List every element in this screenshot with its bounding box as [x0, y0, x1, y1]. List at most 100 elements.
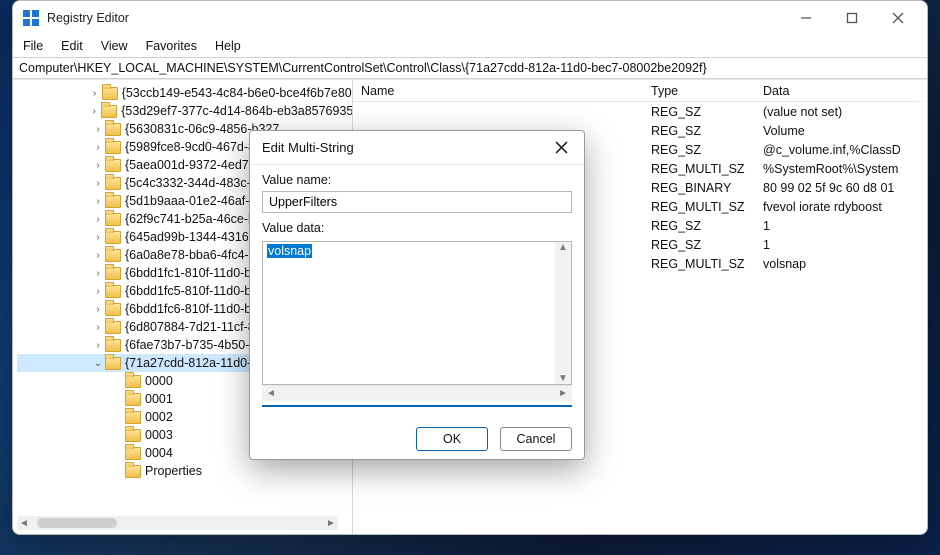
tree-item-label: 0000 — [145, 374, 173, 388]
dialog-body: Value name: Value data: volsnap ▲▼ ◄► — [250, 165, 584, 417]
tree-item-label: {53ccb149-e543-4c84-b6e0-bce4f6b7e806} — [122, 86, 352, 100]
tree-item-label: 0002 — [145, 410, 173, 424]
cell-data: volsnap — [755, 257, 927, 271]
chevron-right-icon[interactable]: › — [91, 122, 105, 136]
cell-type: REG_MULTI_SZ — [643, 200, 755, 214]
chevron-right-icon[interactable]: › — [91, 266, 105, 280]
tree-item-label: 0003 — [145, 428, 173, 442]
chevron-right-icon[interactable]: › — [91, 230, 105, 244]
folder-icon — [125, 393, 141, 406]
chevron-right-icon[interactable]: › — [91, 176, 105, 190]
minimize-button[interactable] — [783, 3, 829, 33]
folder-icon — [105, 231, 121, 244]
close-button[interactable] — [875, 3, 921, 33]
dialog-close-button[interactable] — [546, 133, 576, 163]
folder-icon — [105, 141, 121, 154]
column-header-type[interactable]: Type — [643, 84, 755, 98]
value-name-label: Value name: — [262, 173, 572, 187]
folder-icon — [125, 465, 141, 478]
app-icon — [23, 10, 39, 26]
value-data-label: Value data: — [262, 221, 572, 235]
folder-icon — [105, 249, 121, 262]
chevron-right-icon[interactable]: › — [91, 158, 105, 172]
cell-type: REG_SZ — [643, 143, 755, 157]
chevron-down-icon[interactable]: ⌄ — [91, 356, 105, 370]
dialog-buttons: OK Cancel — [250, 417, 584, 459]
folder-icon — [105, 285, 121, 298]
address-bar[interactable]: Computer\HKEY_LOCAL_MACHINE\SYSTEM\Curre… — [13, 57, 927, 79]
address-text: Computer\HKEY_LOCAL_MACHINE\SYSTEM\Curre… — [19, 61, 707, 75]
cell-type: REG_MULTI_SZ — [643, 162, 755, 176]
tree-spacer — [111, 464, 125, 478]
dialog-title: Edit Multi-String — [262, 140, 354, 155]
menu-edit[interactable]: Edit — [61, 39, 83, 53]
menu-help[interactable]: Help — [215, 39, 241, 53]
menu-favorites[interactable]: Favorites — [146, 39, 197, 53]
chevron-right-icon[interactable]: › — [88, 86, 102, 100]
cell-type: REG_SZ — [643, 238, 755, 252]
chevron-right-icon[interactable]: › — [91, 194, 105, 208]
tree-spacer — [111, 392, 125, 406]
chevron-right-icon[interactable]: › — [91, 140, 105, 154]
ok-button[interactable]: OK — [416, 427, 488, 451]
folder-icon — [105, 177, 121, 190]
cell-type: REG_SZ — [643, 105, 755, 119]
textarea-vertical-scrollbar[interactable]: ▲▼ — [555, 242, 571, 384]
tree-item[interactable]: Properties — [17, 462, 352, 480]
folder-icon — [105, 357, 121, 370]
cell-type: REG_MULTI_SZ — [643, 257, 755, 271]
tree-horizontal-scrollbar[interactable]: ◄ ► — [17, 516, 338, 530]
list-header: Name Type Data — [353, 80, 927, 102]
folder-icon — [125, 411, 141, 424]
cell-type: REG_SZ — [643, 124, 755, 138]
textarea-horizontal-scrollbar[interactable]: ◄► — [262, 385, 572, 401]
tree-item[interactable]: › {53d29ef7-377c-4d14-864b-eb3a85769359} — [17, 102, 352, 120]
cell-data: (value not set) — [755, 105, 927, 119]
column-header-name[interactable]: Name — [353, 84, 643, 98]
folder-icon — [105, 321, 121, 334]
dialog-separator — [262, 405, 572, 407]
tree-spacer — [111, 410, 125, 424]
cell-data: Volume — [755, 124, 927, 138]
cell-type: REG_BINARY — [643, 181, 755, 195]
folder-icon — [105, 159, 121, 172]
chevron-right-icon[interactable]: › — [91, 284, 105, 298]
chevron-right-icon[interactable]: › — [91, 320, 105, 334]
titlebar: Registry Editor — [13, 1, 927, 35]
menu-view[interactable]: View — [101, 39, 128, 53]
folder-icon — [105, 339, 121, 352]
tree-item[interactable]: › {53ccb149-e543-4c84-b6e0-bce4f6b7e806} — [17, 84, 352, 102]
tree-item-label: 0004 — [145, 446, 173, 460]
folder-icon — [105, 267, 121, 280]
chevron-right-icon[interactable]: › — [91, 248, 105, 262]
folder-icon — [105, 303, 121, 316]
tree-spacer — [111, 374, 125, 388]
column-header-data[interactable]: Data — [755, 84, 913, 98]
value-data-textarea[interactable]: volsnap ▲▼ — [262, 241, 572, 385]
cell-data: %SystemRoot%\System — [755, 162, 927, 176]
tree-item-label: {53d29ef7-377c-4d14-864b-eb3a85769359} — [121, 104, 352, 118]
tree-spacer — [111, 428, 125, 442]
maximize-button[interactable] — [829, 3, 875, 33]
chevron-right-icon[interactable]: › — [91, 302, 105, 316]
menu-file[interactable]: File — [23, 39, 43, 53]
tree-spacer — [111, 446, 125, 460]
chevron-right-icon[interactable]: › — [91, 338, 105, 352]
chevron-right-icon[interactable]: › — [87, 104, 101, 118]
tree-item-label: 0001 — [145, 392, 173, 406]
menubar: File Edit View Favorites Help — [13, 35, 927, 57]
folder-icon — [125, 375, 141, 388]
folder-icon — [105, 195, 121, 208]
folder-icon — [125, 447, 141, 460]
cancel-button[interactable]: Cancel — [500, 427, 572, 451]
folder-icon — [125, 429, 141, 442]
cell-data: 1 — [755, 219, 927, 233]
value-name-input[interactable] — [262, 191, 572, 213]
folder-icon — [101, 105, 117, 118]
folder-icon — [105, 123, 121, 136]
window-title: Registry Editor — [47, 11, 129, 25]
folder-icon — [102, 87, 118, 100]
list-row[interactable]: .REG_SZ(value not set) — [353, 102, 927, 121]
cell-type: REG_SZ — [643, 219, 755, 233]
chevron-right-icon[interactable]: › — [91, 212, 105, 226]
